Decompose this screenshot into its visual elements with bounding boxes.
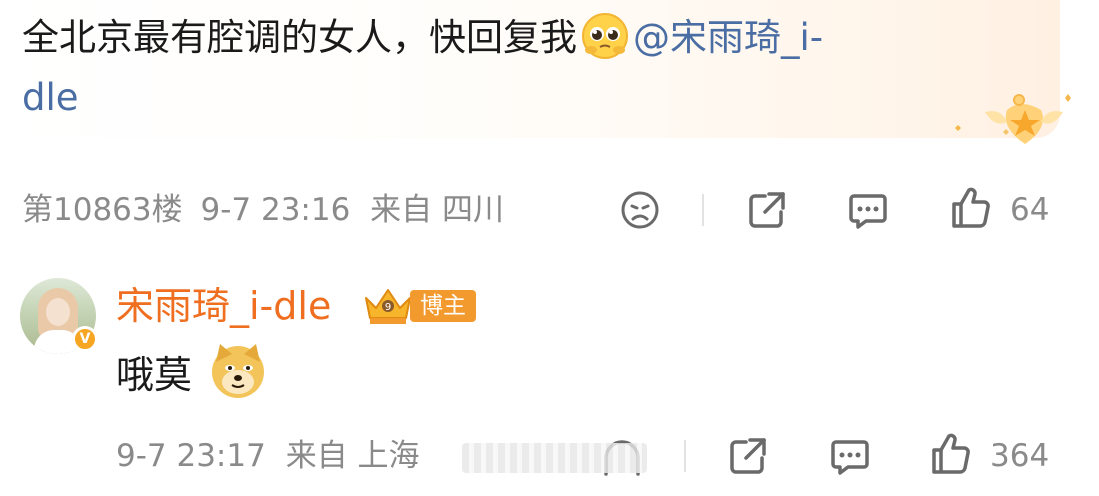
like-count: 364 bbox=[990, 438, 1050, 474]
sad-face-icon[interactable] bbox=[618, 188, 662, 232]
author-role-badge: 博主 bbox=[410, 290, 476, 322]
divider bbox=[684, 440, 686, 472]
like-count: 64 bbox=[1010, 192, 1050, 228]
share-icon[interactable] bbox=[745, 188, 789, 232]
thumbs-up-icon[interactable] bbox=[948, 186, 992, 230]
pleading-face-emoji bbox=[582, 13, 628, 59]
verified-badge: V bbox=[72, 326, 98, 352]
comment-body: 全北京最有腔调的女人，快回复我 @宋雨琦_i- dle bbox=[22, 8, 1022, 128]
floor-number: 第10863楼 bbox=[22, 192, 183, 228]
comment-source: 来自 四川 bbox=[370, 192, 505, 228]
reply-time: 9-7 23:17 bbox=[116, 438, 266, 474]
comment-icon[interactable] bbox=[846, 188, 890, 232]
reply-text: 哦莫 bbox=[116, 353, 193, 397]
mention-link[interactable]: @宋雨琦_i- bbox=[633, 16, 823, 59]
svg-text:9: 9 bbox=[385, 302, 391, 313]
comment-meta-row: 第10863楼 9-7 23:16 来自 四川 64 bbox=[0, 180, 1099, 240]
crown-badge-icon: 9 bbox=[365, 289, 411, 324]
reply-meta-row: 9-7 23:17 来自 上海 364 bbox=[0, 426, 1099, 486]
comment-time: 9-7 23:16 bbox=[200, 192, 351, 228]
divider bbox=[702, 194, 704, 226]
comment-text: 全北京最有腔调的女人，快回复我 bbox=[22, 16, 577, 59]
reply-source: 来自 上海 bbox=[285, 438, 420, 474]
mention-link-tail[interactable]: dle bbox=[22, 76, 79, 119]
comment-thread: 全北京最有腔调的女人，快回复我 @宋雨琦_i- dle 第10863楼 9-7 … bbox=[0, 0, 1099, 496]
placeholder-bar bbox=[462, 443, 647, 473]
share-icon[interactable] bbox=[726, 434, 770, 478]
comment-card: 全北京最有腔调的女人，快回复我 @宋雨琦_i- dle bbox=[0, 0, 1071, 144]
doge-emoji bbox=[212, 344, 264, 398]
comment-icon[interactable] bbox=[828, 434, 872, 478]
medal-badge-icon bbox=[955, 94, 1071, 144]
reply-meta: 9-7 23:17 来自 上海 bbox=[116, 426, 420, 486]
thumbs-up-icon[interactable] bbox=[928, 432, 972, 476]
comment-meta: 第10863楼 9-7 23:16 来自 四川 bbox=[22, 180, 504, 240]
reply-author-name[interactable]: 宋雨琦_i-dle bbox=[116, 276, 331, 336]
